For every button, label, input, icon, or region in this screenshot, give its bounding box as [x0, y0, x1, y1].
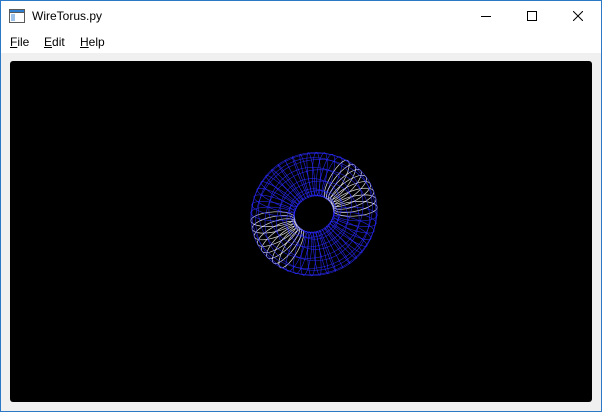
torus-meridian-line — [277, 164, 304, 201]
menu-edit[interactable]: Edit — [43, 35, 66, 49]
gl-viewport[interactable] — [10, 61, 592, 402]
menu-help-mnemonic: H — [80, 35, 89, 49]
menu-help[interactable]: Help — [79, 35, 106, 49]
torus-parallel-line — [286, 190, 349, 250]
menu-bar: File Edit Help — [1, 31, 601, 53]
app-window: WireTorus.py File Edit Help — [0, 0, 602, 412]
menu-file[interactable]: File — [9, 35, 30, 49]
torus-meridian-line — [266, 225, 301, 259]
close-button[interactable] — [555, 1, 601, 31]
menu-help-label: elp — [88, 35, 105, 49]
window-app-icon[interactable] — [9, 8, 25, 24]
torus-meridian-line — [291, 156, 309, 199]
wire-torus-render[interactable] — [10, 61, 592, 402]
close-icon — [573, 11, 583, 21]
torus-parallel-line — [279, 178, 342, 238]
torus-meridian-line — [323, 159, 350, 200]
menu-edit-label: dit — [52, 35, 65, 49]
torus-wire-group — [250, 151, 378, 277]
menu-file-label: ile — [17, 35, 30, 49]
torus-meridian-line — [319, 229, 337, 272]
torus-meridian-line — [327, 169, 362, 203]
maximize-button[interactable] — [509, 1, 555, 31]
maximize-icon — [527, 11, 537, 21]
minimize-button[interactable] — [463, 1, 509, 31]
menu-edit-mnemonic: E — [44, 35, 53, 49]
torus-meridian-line — [324, 227, 351, 264]
minimize-icon — [481, 16, 491, 17]
torus-meridian-line — [330, 181, 372, 207]
torus-parallel-line — [293, 194, 335, 234]
torus-meridian-line — [278, 228, 305, 269]
title-bar[interactable]: WireTorus.py — [1, 1, 601, 31]
window-title: WireTorus.py — [32, 9, 103, 23]
torus-meridian-line — [256, 221, 298, 247]
